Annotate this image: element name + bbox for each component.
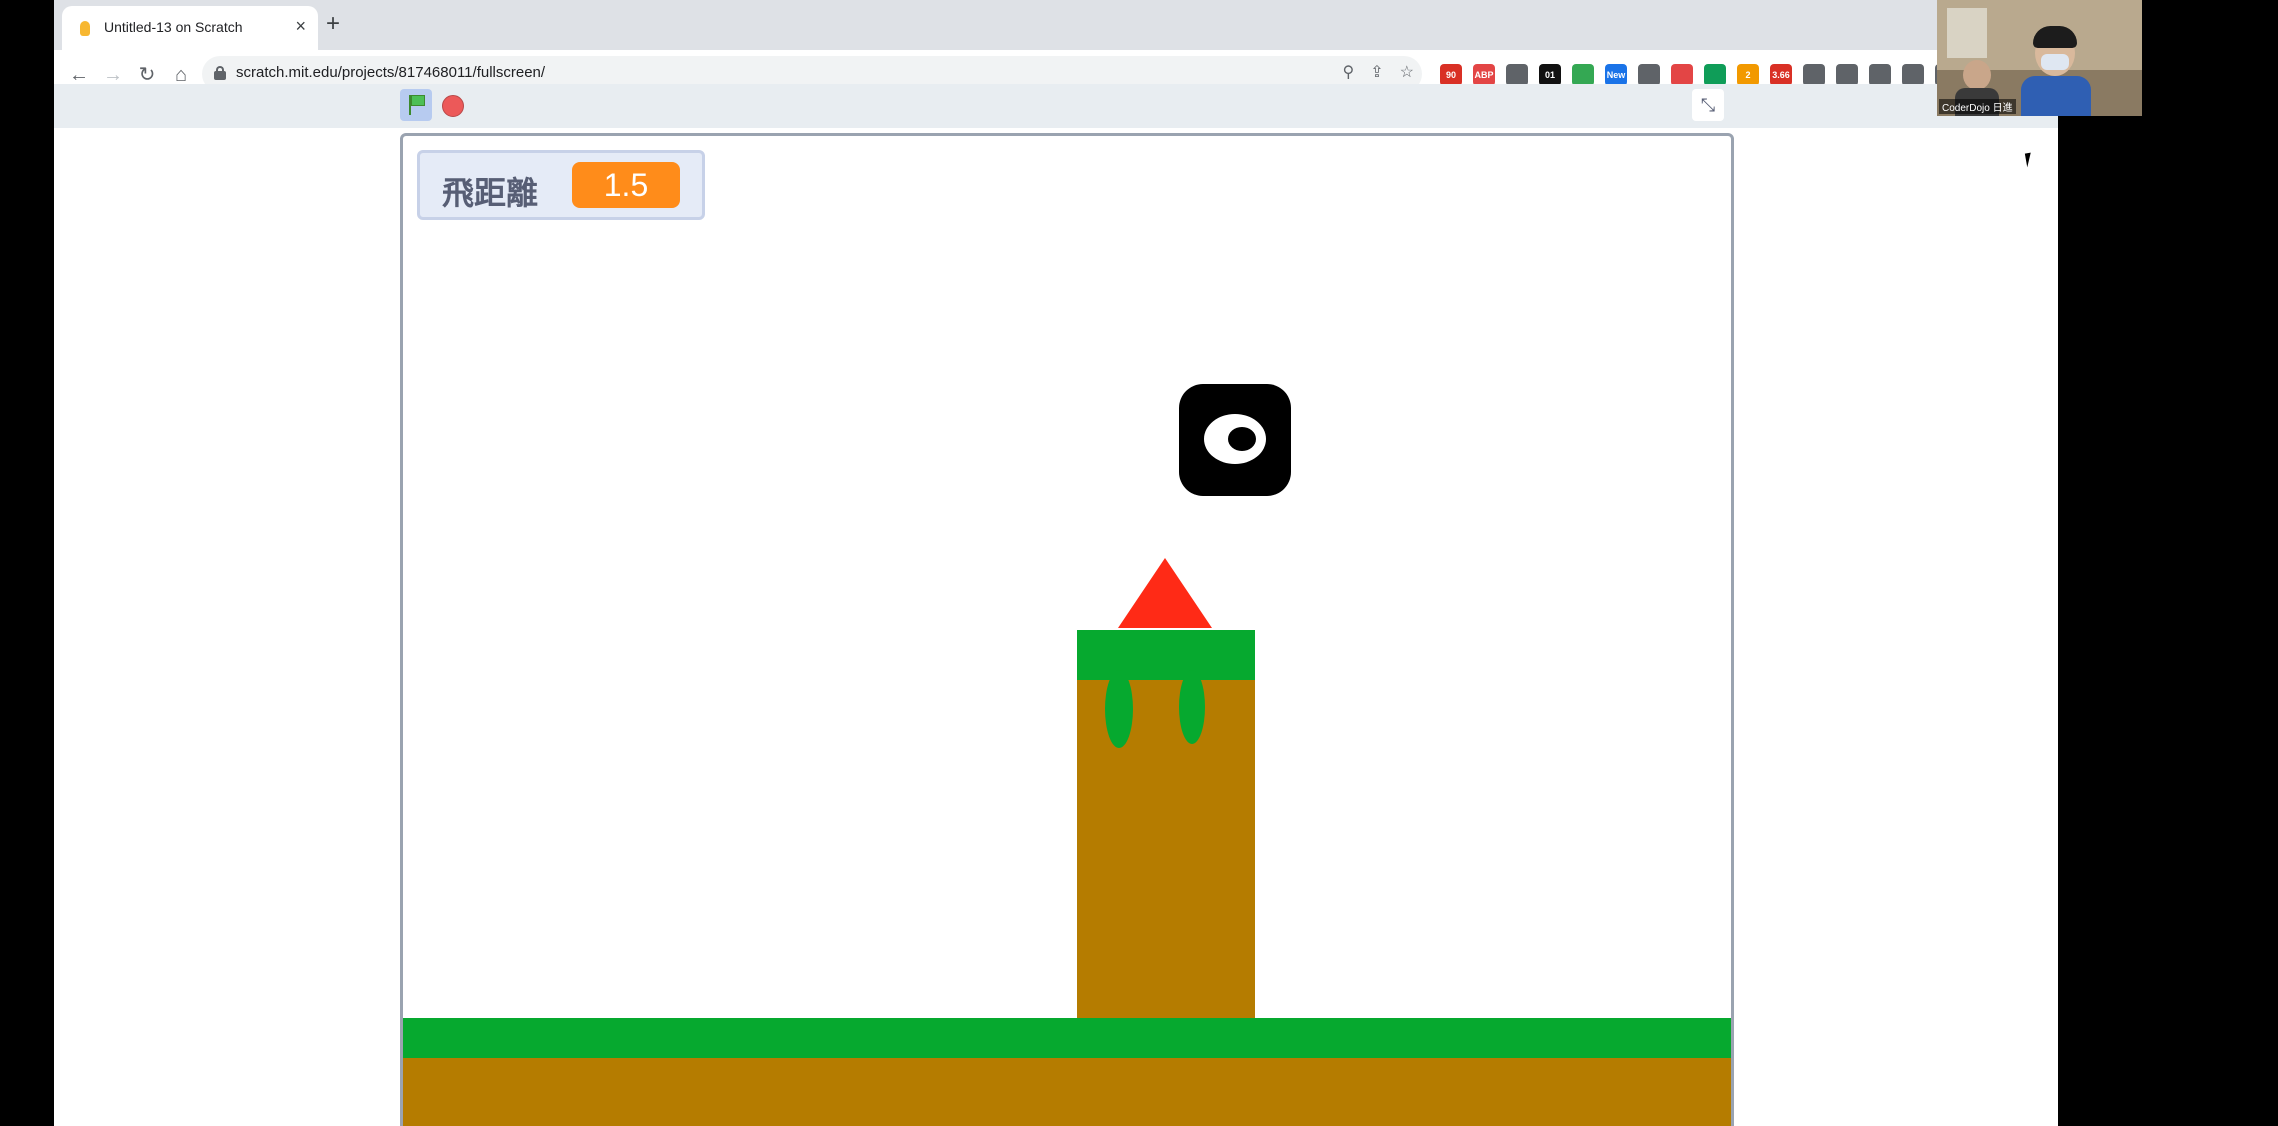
participant-image [2021, 26, 2091, 116]
scratch-stage[interactable]: 飛距離 1.5 [400, 133, 1734, 1126]
tab-title: Untitled-13 on Scratch [104, 19, 243, 35]
browser-window: Untitled-13 on Scratch × + ← → ↻ ⌂ scrat… [54, 0, 2058, 1126]
extension-icon[interactable] [1506, 64, 1528, 86]
extension-icon[interactable]: 3.66 [1770, 64, 1792, 86]
extension-icon[interactable] [1836, 64, 1858, 86]
omnibox-actions: ⚲ ⇪ ☆ [1343, 62, 1414, 82]
monitor-label: 飛距離 [442, 175, 539, 211]
extension-icon[interactable]: ABP [1473, 64, 1495, 86]
extension-icon[interactable] [1638, 64, 1660, 86]
share-icon[interactable]: ⇪ [1370, 62, 1383, 82]
triangle-sprite[interactable] [1118, 558, 1212, 628]
extension-icon[interactable]: 2 [1737, 64, 1759, 86]
browser-tab[interactable]: Untitled-13 on Scratch × [62, 6, 318, 50]
eye-sprite[interactable] [1179, 384, 1291, 496]
extensions-bar: 90 ABP 01 New 2 3.66 [1440, 64, 1957, 86]
extension-icon[interactable]: New [1605, 64, 1627, 86]
zoom-icon[interactable]: ⚲ [1343, 62, 1355, 82]
url-text[interactable]: scratch.mit.edu/projects/817468011/fulls… [236, 64, 545, 81]
extension-icon[interactable] [1704, 64, 1726, 86]
lock-icon [214, 66, 226, 80]
variable-monitor[interactable]: 飛距離 1.5 [417, 150, 705, 220]
extension-icon[interactable]: 90 [1440, 64, 1462, 86]
tab-strip: Untitled-13 on Scratch × + [54, 0, 2058, 50]
stop-button[interactable] [442, 95, 464, 117]
close-tab-icon[interactable]: × [295, 16, 306, 37]
exit-fullscreen-button[interactable]: ⤡ [1692, 89, 1724, 121]
ground-grass [403, 1018, 1731, 1058]
extension-icon[interactable] [1803, 64, 1825, 86]
extension-icon[interactable] [1671, 64, 1693, 86]
extension-icon[interactable] [1902, 64, 1924, 86]
extension-icon[interactable]: 01 [1539, 64, 1561, 86]
webcam-label: CoderDojo 日進 [1939, 99, 2016, 114]
scratch-favicon-icon [80, 21, 90, 36]
bookmark-star-icon[interactable]: ☆ [1400, 62, 1414, 82]
extension-icon[interactable] [1869, 64, 1891, 86]
scratch-fullscreen-bar: ⤡ [54, 84, 2058, 128]
green-flag-button[interactable] [400, 89, 432, 121]
monitor-value: 1.5 [572, 162, 680, 208]
new-tab-button[interactable]: + [326, 10, 340, 38]
screen: Untitled-13 on Scratch × + ← → ↻ ⌂ scrat… [0, 0, 2278, 1126]
webcam-overlay: CoderDojo 日進 [1937, 0, 2142, 116]
extension-icon[interactable] [1572, 64, 1594, 86]
ground-dirt [403, 1058, 1731, 1126]
